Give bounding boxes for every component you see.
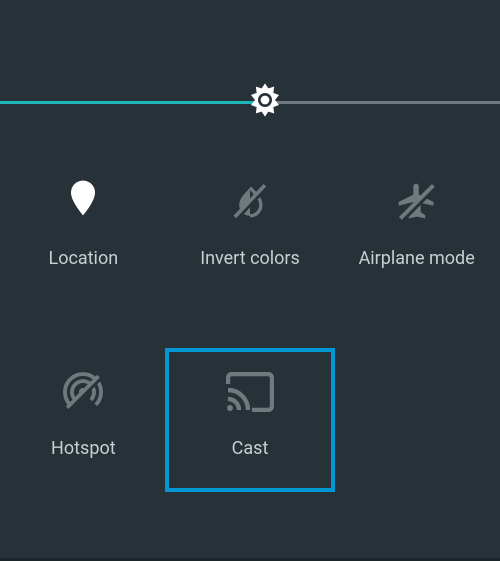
tile-hotspot[interactable]: Hotspot [0, 350, 167, 490]
tile-label: Hotspot [51, 438, 116, 459]
brightness-track-active [0, 101, 265, 104]
tile-location[interactable]: Location [0, 160, 167, 300]
hotspot-icon [60, 368, 106, 416]
tile-cast[interactable]: Cast [167, 350, 334, 490]
airplane-icon [395, 178, 439, 226]
tile-label: Cast [232, 438, 269, 459]
brightness-icon [245, 80, 285, 124]
tile-airplane-mode[interactable]: Airplane mode [333, 160, 500, 300]
invert-colors-icon [230, 178, 270, 226]
cast-icon [226, 368, 274, 416]
location-pin-icon [67, 178, 99, 226]
tile-invert-colors[interactable]: Invert colors [167, 160, 334, 300]
brightness-thumb[interactable] [245, 82, 285, 122]
brightness-track-inactive [265, 101, 500, 104]
tile-label: Invert colors [200, 248, 300, 269]
tile-label: Location [49, 248, 119, 269]
tile-label: Airplane mode [359, 248, 475, 269]
quick-settings-grid: Location Invert colors Airplane mode [0, 160, 500, 490]
brightness-slider[interactable] [0, 82, 500, 122]
